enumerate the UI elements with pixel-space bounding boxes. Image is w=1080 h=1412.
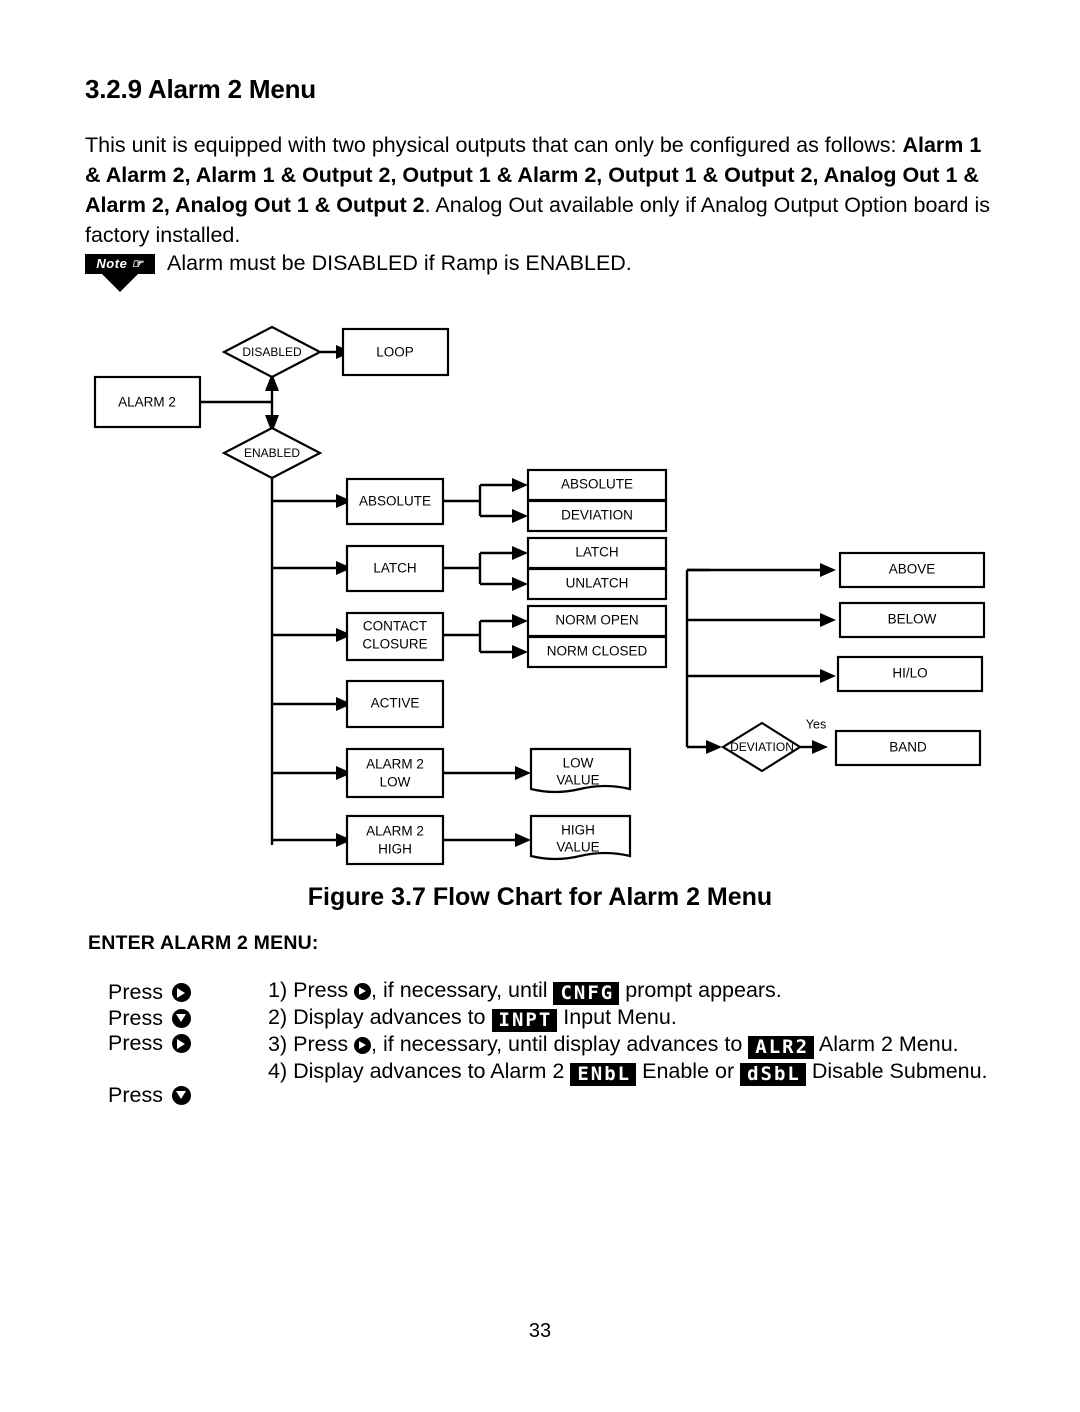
edge-label-yes: Yes [806,717,826,731]
node-norm-open-label: NORM OPEN [555,613,638,628]
node-above-label: ABOVE [889,562,936,577]
node-active-label: ACTIVE [371,696,420,711]
lcd-inpt: INPT [491,1009,558,1032]
node-band-label: BAND [889,740,927,755]
arrow-right-button-icon[interactable] [171,1034,191,1054]
node-alarm2-low-label-2: LOW [380,775,411,790]
node-alarm2-high-label-2: HIGH [378,842,412,857]
step-2: 2) Display advances to INPT Input Menu. [268,1005,998,1032]
press-label-4: Press [108,1082,163,1107]
press-row-1: Press [108,980,258,1006]
arrow-right-button-icon[interactable] [354,983,372,1000]
press-column: Press Press Press Press [108,980,258,1108]
step-3-text-a: Press [293,1032,355,1056]
press-label-1: Press [108,980,163,1005]
lcd-alr2: ALR2 [748,1036,815,1059]
step-2-text-c: Input Menu. [557,1005,677,1029]
note-text: Alarm must be DISABLED if Ramp is ENABLE… [167,251,632,275]
node-alarm2-high-label-1: ALARM 2 [366,824,424,839]
node-deviation-decision-label: DEVIATION [730,740,794,754]
note-triangle-icon [102,274,138,292]
node-unlatch-label: UNLATCH [566,576,629,591]
note-badge-icon: Note ☞ [85,254,155,274]
press-row-4: Press [108,1082,258,1108]
node-alarm2-low-label-1: ALARM 2 [366,757,424,772]
node-high-value-label-2: VALUE [556,840,599,855]
node-absolute-label: ABSOLUTE [359,494,431,509]
node-alarm2-label: ALARM 2 [118,395,176,410]
node-norm-closed-label: NORM CLOSED [547,644,648,659]
press-label-3: Press [108,1031,163,1056]
note-badge-label: Note [96,256,128,271]
node-contact-closure-label-2: CLOSURE [362,637,427,652]
page-title: 3.2.9 Alarm 2 Menu [85,74,316,104]
step-4-text-b: Enable or [636,1059,741,1083]
step-2-number: 2) [268,1005,288,1029]
node-latch-label: LATCH [373,561,416,576]
node-contact-closure-label-1: CONTACT [363,619,427,634]
steps-column: 1) Press , if necessary, until CNFG prom… [268,978,998,1086]
node-hilo-label: HI/LO [892,666,927,681]
step-1-number: 1) [268,978,288,1002]
step-1-text-a: Press [293,978,355,1002]
node-low-value-label-2: VALUE [556,773,599,788]
node-latch-right-label: LATCH [575,545,618,560]
node-high-value-label-1: HIGH [561,823,595,838]
step-1: 1) Press , if necessary, until CNFG prom… [268,978,998,1005]
node-below-label: BELOW [888,612,937,627]
node-low-value-label-1: LOW [563,756,594,771]
node-deviation-right-label: DEVIATION [561,508,633,523]
figure-caption: Figure 3.7 Flow Chart for Alarm 2 Menu [307,883,773,911]
lcd-cnfg: CNFG [553,982,620,1005]
arrow-down-button-icon[interactable] [171,1085,191,1105]
lcd-dsbl: dSbL [740,1063,806,1086]
press-row-3: Press [108,1031,258,1057]
press-row-2: Press [108,1006,258,1032]
step-1-text-c: prompt appears. [619,978,782,1002]
step-3-number: 3) [268,1032,288,1056]
node-loop-label: LOOP [376,345,414,360]
step-4-number: 4) [268,1059,288,1083]
document-page: 3.2.9 Alarm 2 Menu This unit is equipped… [0,0,1080,1412]
enter-menu-heading: ENTER ALARM 2 MENU: [88,932,319,954]
step-1-text-b: , if necessary, until [371,978,554,1002]
step-4-text-a: Display advances to Alarm 2 [293,1059,571,1083]
flow-chart-figure: ALARM 2 DISABLED LOOP ENABLED ABSOLUTE A… [0,315,1080,875]
step-2-text-a: Display advances to [293,1005,492,1029]
arrow-down-button-icon[interactable] [171,1008,191,1028]
step-3-text-c: Alarm 2 Menu. [814,1032,959,1056]
intro-part1: This unit is equipped with two physical … [85,133,903,157]
lcd-enbl: ENbL [570,1063,637,1086]
arrow-right-button-icon[interactable] [171,983,191,1003]
press-label-2: Press [108,1005,163,1030]
arrow-right-button-icon[interactable] [354,1037,372,1054]
intro-paragraph: This unit is equipped with two physical … [85,130,990,250]
node-absolute-right-label: ABSOLUTE [561,477,633,492]
node-enabled-label: ENABLED [244,446,300,460]
note-row: Note ☞ Alarm must be DISABLED if Ramp is… [85,251,905,300]
step-4-text-c: Disable Submenu. [805,1059,988,1083]
step-3: 3) Press , if necessary, until display a… [268,1032,998,1059]
step-3-text-b: , if necessary, until display advances t… [371,1032,749,1056]
step-4: 4) Display advances to Alarm 2 ENbL Enab… [268,1059,998,1086]
node-disabled-label: DISABLED [242,345,302,359]
page-number: 33 [528,1320,552,1342]
